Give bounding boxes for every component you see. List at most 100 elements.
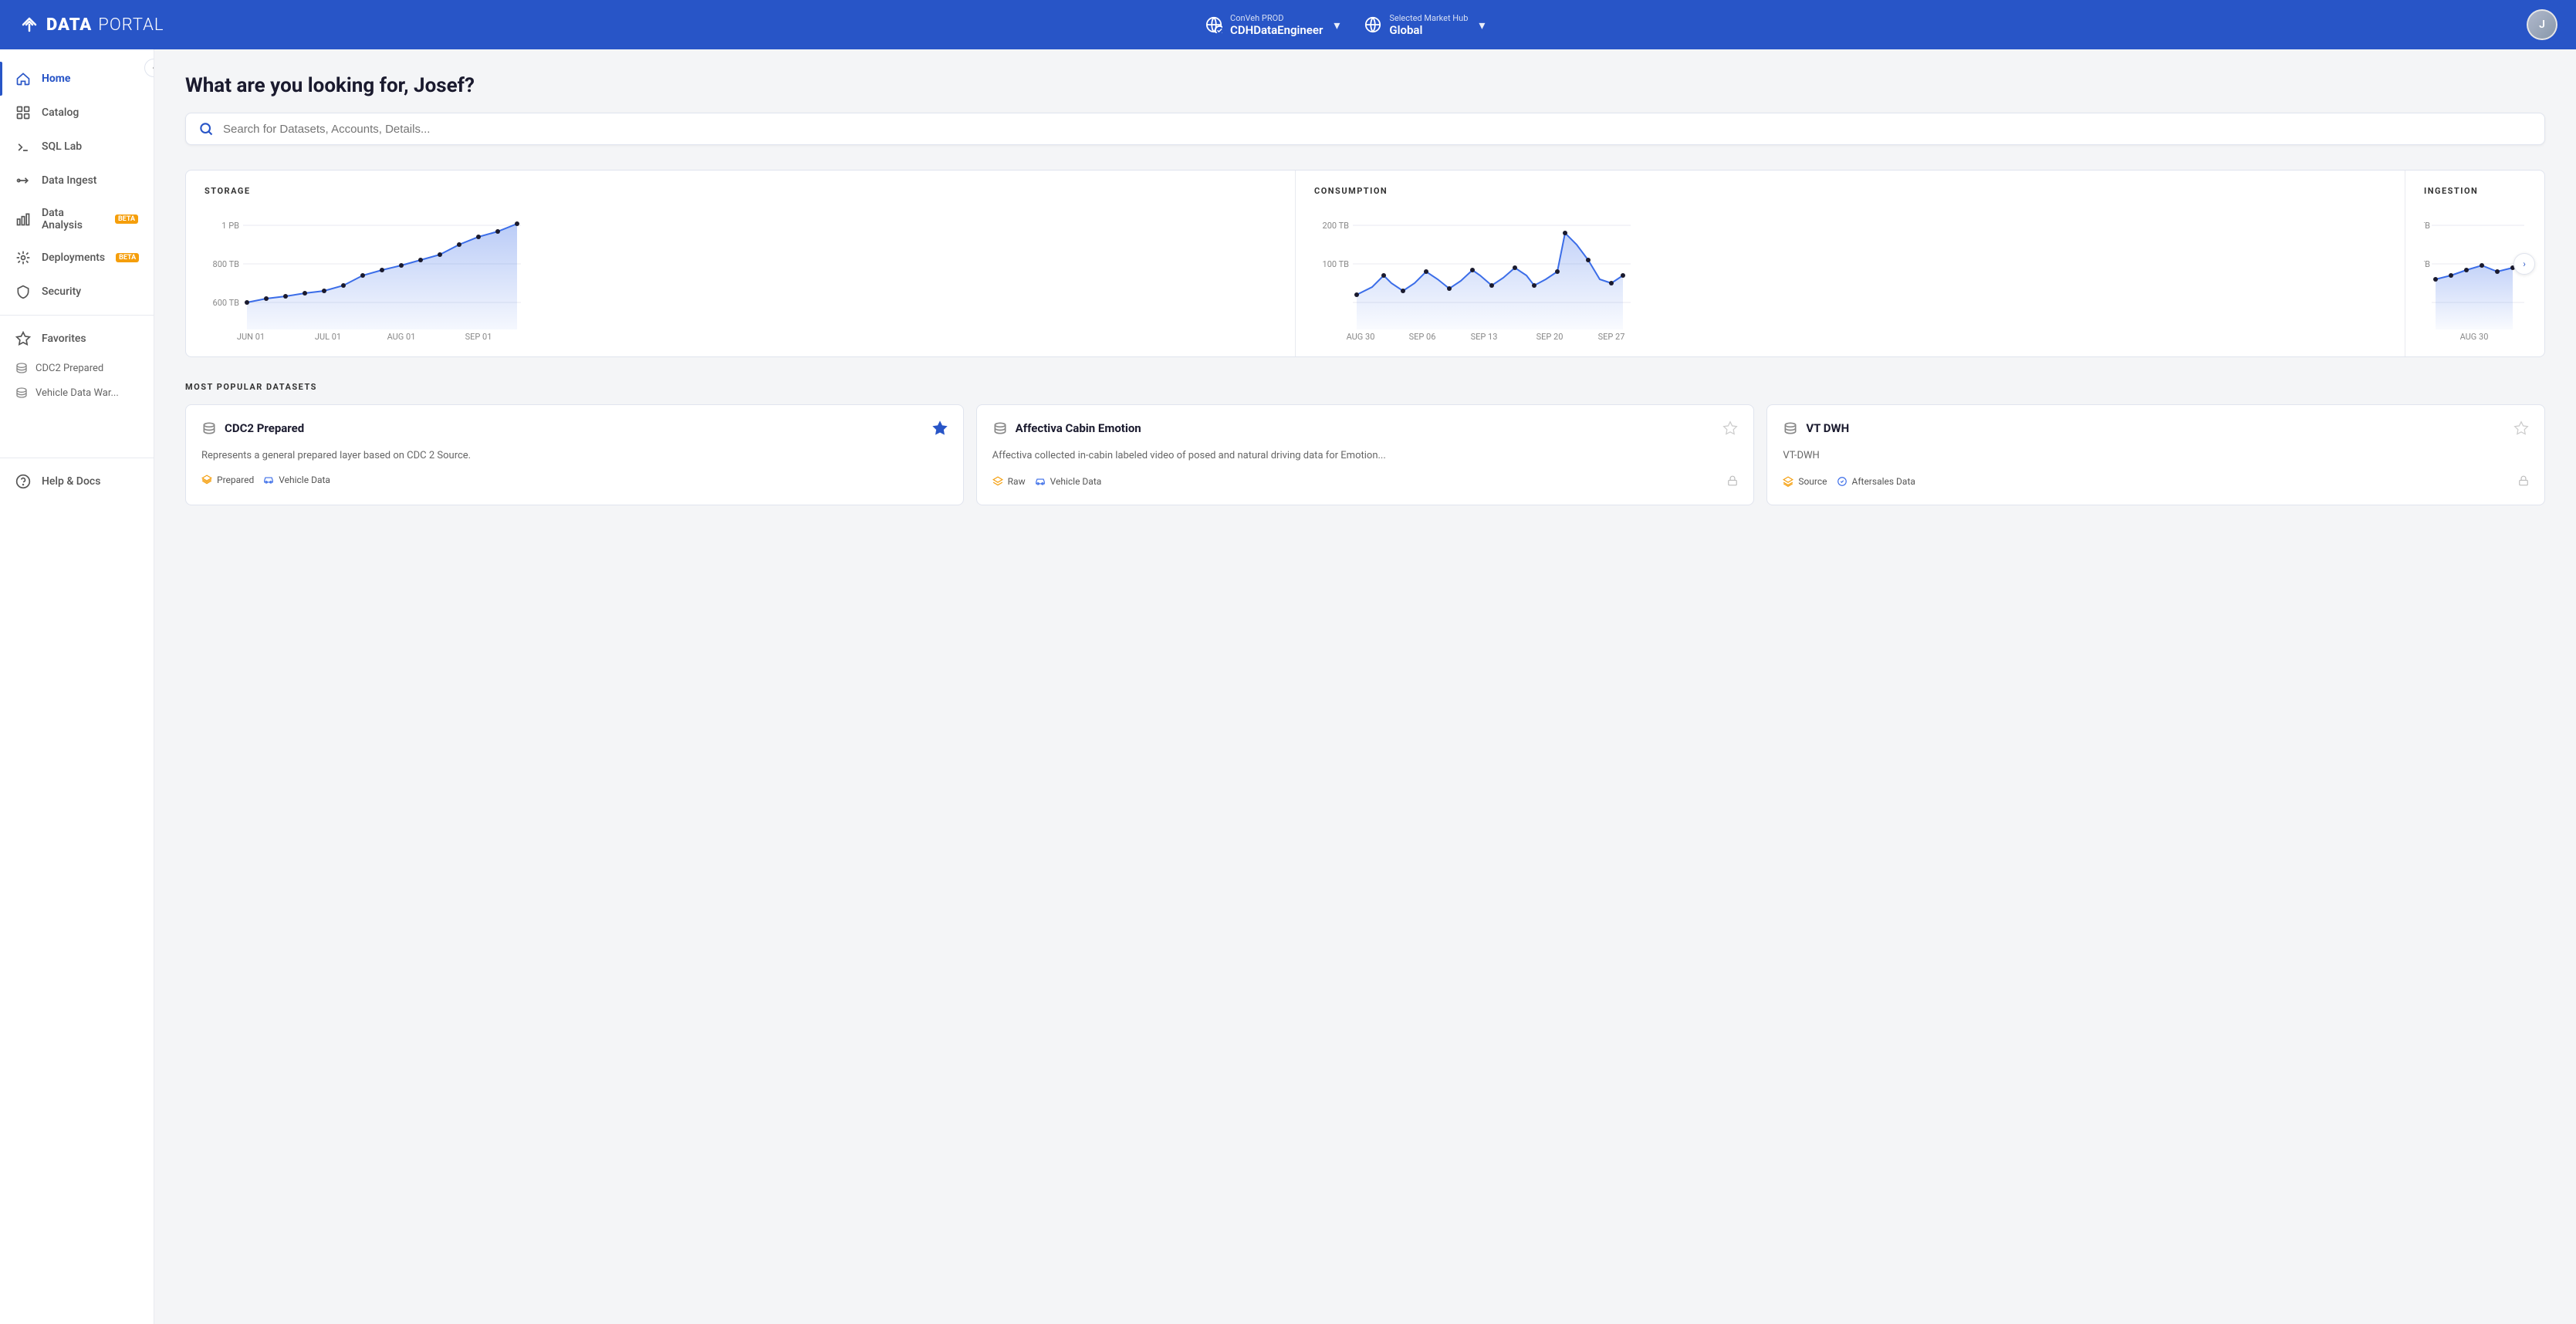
ingestion-chart-title: INGESTION bbox=[2424, 186, 2526, 196]
svg-text:800 TB: 800 TB bbox=[213, 259, 240, 269]
tag-vehicle-data-1-label: Vehicle Data bbox=[279, 475, 330, 485]
tag-aftersales-label: Aftersales Data bbox=[1852, 476, 1915, 487]
svg-text:AUG 01: AUG 01 bbox=[387, 332, 416, 341]
storage-chart-title: STORAGE bbox=[205, 186, 1276, 196]
sidebar: ‹ Home Catalog SQL Lab bbox=[0, 49, 154, 1324]
sidebar-recent-vehicle[interactable]: Vehicle Data War... bbox=[0, 380, 154, 405]
datasets-section-title: MOST POPULAR DATASETS bbox=[185, 382, 2545, 392]
dataset-desc-vtdwh: VT-DWH bbox=[1783, 448, 2529, 464]
tag-vehicle-data-1: Vehicle Data bbox=[263, 475, 330, 485]
consumption-chart-title: CONSUMPTION bbox=[1314, 186, 2386, 196]
env-label: ConVeh PROD bbox=[1230, 13, 1323, 23]
sidebar-item-help[interactable]: Help & Docs bbox=[0, 464, 154, 498]
user-avatar[interactable]: J bbox=[2527, 9, 2557, 40]
dataset-tags-cdc2: Prepared Vehicle Data bbox=[201, 475, 948, 485]
app-logo[interactable]: DATA PORTAL bbox=[19, 14, 164, 35]
dataset-card-header-vtdwh: VT DWH bbox=[1783, 421, 2529, 439]
search-bar bbox=[185, 113, 2545, 145]
sidebar-dataanalysis-label: Data Analysis bbox=[42, 207, 104, 231]
consumption-chart-svg: 200 TB 100 TB bbox=[1314, 202, 1638, 341]
dataset-title-row-affectiva: Affectiva Cabin Emotion bbox=[992, 421, 1141, 436]
dataset-card-cdc2[interactable]: CDC2 Prepared Represents a general prepa… bbox=[185, 404, 964, 505]
env-selector[interactable]: ConVeh PROD CDHDataEngineer ▾ bbox=[1205, 13, 1340, 37]
star-button-cdc2[interactable] bbox=[932, 421, 948, 439]
sidebar-item-catalog[interactable]: Catalog bbox=[0, 96, 154, 130]
sidebar-dataanalysis-badge: BETA bbox=[115, 214, 138, 224]
svg-text:JUN 01: JUN 01 bbox=[237, 332, 265, 341]
sidebar-catalog-label: Catalog bbox=[42, 106, 79, 119]
market-selector[interactable]: Selected Market Hub Global ▾ bbox=[1364, 13, 1485, 37]
sidebar-cdc2-label: CDC2 Prepared bbox=[35, 363, 103, 374]
sidebar-help-label: Help & Docs bbox=[42, 475, 100, 488]
sidebar-item-security[interactable]: Security bbox=[0, 275, 154, 309]
storage-chart-svg: 1 PB 800 TB 600 TB bbox=[205, 202, 529, 341]
star-button-affectiva[interactable] bbox=[1722, 421, 1738, 439]
svg-text:AUG 30: AUG 30 bbox=[1347, 332, 1375, 341]
charts-row: STORAGE 1 PB 800 TB 600 TB bbox=[185, 170, 2545, 357]
database-icon-cdc2 bbox=[201, 421, 217, 436]
search-input[interactable] bbox=[223, 123, 2532, 136]
tag-raw: Raw bbox=[992, 476, 1026, 487]
svg-text:SEP 27: SEP 27 bbox=[1598, 332, 1625, 341]
dataset-desc-cdc2: Represents a general prepared layer base… bbox=[201, 448, 948, 464]
datasets-grid: CDC2 Prepared Represents a general prepa… bbox=[185, 404, 2545, 505]
sidebar-vehicle-label: Vehicle Data War... bbox=[35, 387, 119, 399]
dataset-card-affectiva[interactable]: Affectiva Cabin Emotion Affectiva collec… bbox=[976, 404, 1755, 505]
sidebar-dataingest-label: Data Ingest bbox=[42, 174, 96, 187]
main-content: What are you looking for, Josef? STORAGE bbox=[154, 49, 2576, 1324]
market-chevron-icon: ▾ bbox=[1479, 18, 1485, 32]
chart-next-button[interactable]: › bbox=[2513, 253, 2535, 275]
env-text: ConVeh PROD CDHDataEngineer bbox=[1230, 13, 1323, 37]
market-label: Selected Market Hub bbox=[1389, 13, 1468, 23]
sidebar-item-data-ingest[interactable]: Data Ingest bbox=[0, 164, 154, 198]
svg-text:1 PB: 1 PB bbox=[221, 221, 239, 231]
database-icon-vtdwh bbox=[1783, 421, 1798, 436]
svg-text:JUL 01: JUL 01 bbox=[315, 332, 341, 341]
tag-aftersales: Aftersales Data bbox=[1837, 476, 1915, 487]
search-icon bbox=[198, 121, 214, 137]
lock-icon-vtdwh bbox=[2518, 475, 2529, 489]
aftersales-icon bbox=[1837, 476, 1847, 487]
dataset-title-row-vtdwh: VT DWH bbox=[1783, 421, 1849, 436]
sidebar-item-favorites[interactable]: Favorites bbox=[0, 322, 154, 356]
svg-text:5 TB: 5 TB bbox=[2424, 259, 2430, 269]
star-button-vtdwh[interactable] bbox=[2513, 421, 2529, 439]
sidebar-favorites-label: Favorites bbox=[42, 333, 86, 345]
sidebar-deployments-label: Deployments bbox=[42, 252, 105, 264]
sidebar-item-data-analysis[interactable]: Data Analysis BETA bbox=[0, 198, 154, 241]
sidebar-item-deployments[interactable]: Deployments BETA bbox=[0, 241, 154, 275]
svg-text:200 TB: 200 TB bbox=[1323, 221, 1350, 231]
source-icon bbox=[1783, 476, 1793, 487]
dataset-card-header-affectiva: Affectiva Cabin Emotion bbox=[992, 421, 1739, 439]
sidebar-item-home[interactable]: Home bbox=[0, 62, 154, 96]
tag-vehicle-data-2: Vehicle Data bbox=[1035, 476, 1102, 487]
svg-text:SEP 06: SEP 06 bbox=[1409, 332, 1436, 341]
tag-prepared: Prepared bbox=[201, 475, 254, 485]
dataset-tags-affectiva: Raw Vehicle Data bbox=[992, 475, 1739, 489]
consumption-chart-panel: CONSUMPTION 200 TB 100 TB bbox=[1296, 171, 2405, 356]
logo-light: PORTAL bbox=[98, 15, 164, 35]
dataset-tags-vtdwh: Source Aftersales Data bbox=[1783, 475, 2529, 489]
tag-source: Source bbox=[1783, 476, 1827, 487]
dataset-card-vtdwh[interactable]: VT DWH VT-DWH bbox=[1766, 404, 2545, 505]
top-navigation: DATA PORTAL ConVeh PROD CDHDataEngineer … bbox=[0, 0, 2576, 49]
svg-text:6 TB: 6 TB bbox=[2424, 221, 2430, 231]
sidebar-sqllab-label: SQL Lab bbox=[42, 140, 82, 153]
tag-prepared-label: Prepared bbox=[217, 475, 254, 485]
car-icon-2 bbox=[1035, 476, 1046, 487]
ingestion-chart-svg: 6 TB 5 TB AUG bbox=[2424, 202, 2524, 341]
car-icon bbox=[263, 475, 274, 485]
svg-text:100 TB: 100 TB bbox=[1323, 259, 1350, 269]
sidebar-item-sql-lab[interactable]: SQL Lab bbox=[0, 130, 154, 164]
svg-text:SEP 20: SEP 20 bbox=[1536, 332, 1564, 341]
tag-vehicle-data-2-label: Vehicle Data bbox=[1050, 476, 1102, 487]
ingestion-chart-panel: INGESTION › 6 TB 5 TB bbox=[2405, 171, 2544, 356]
svg-text:AUG 30: AUG 30 bbox=[2460, 332, 2489, 341]
sidebar-security-label: Security bbox=[42, 285, 81, 298]
sidebar-recent-cdc2[interactable]: CDC2 Prepared bbox=[0, 356, 154, 380]
app-layout: ‹ Home Catalog SQL Lab bbox=[0, 49, 2576, 1324]
dataset-name-vtdwh: VT DWH bbox=[1806, 421, 1849, 435]
avatar-initials: J bbox=[2528, 11, 2556, 39]
topnav-center: ConVeh PROD CDHDataEngineer ▾ Selected M… bbox=[164, 13, 2527, 37]
logo-bold: DATA bbox=[46, 15, 92, 35]
